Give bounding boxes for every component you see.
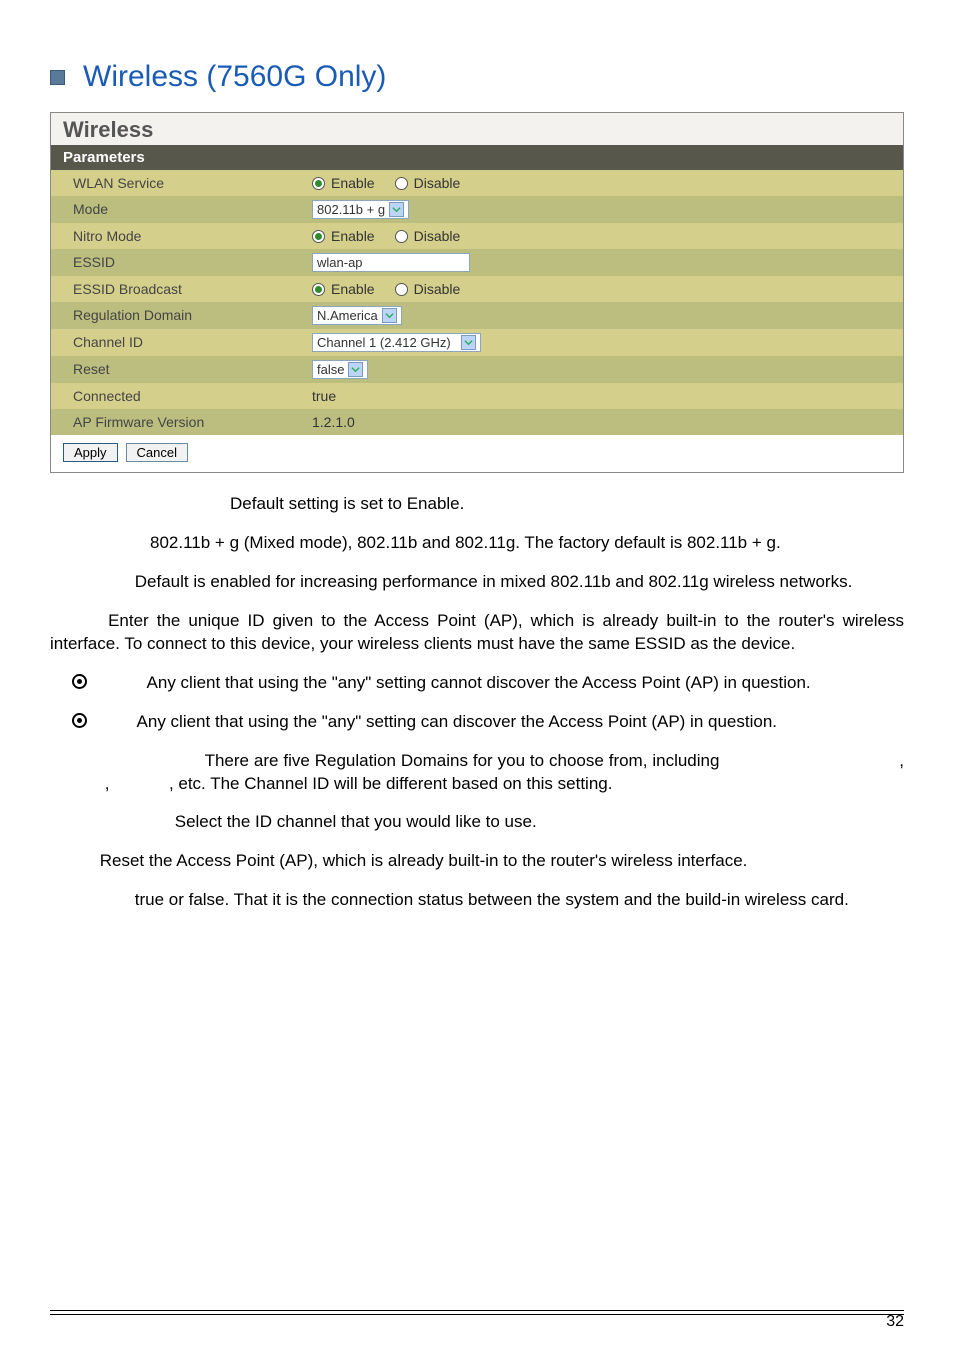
section-header: Wireless (7560G Only)	[50, 60, 904, 94]
essid-bcast-enable-radio[interactable]	[312, 283, 325, 296]
desc-channel: Select the ID channel that you would lik…	[175, 812, 537, 831]
row-essid: ESSID wlan-ap	[51, 249, 903, 276]
nitro-enable-text: Enable	[331, 228, 375, 244]
regdom-value: N.America	[317, 308, 378, 323]
chevron-down-icon	[348, 362, 363, 377]
desc-mode: 802.11b + g (Mixed mode), 802.11b and 80…	[50, 532, 904, 555]
nitro-label: Nitro Mode	[51, 223, 306, 249]
essid-bcast-enable-text: Enable	[331, 281, 375, 297]
desc-wlan: Default setting is set to Enable.	[50, 493, 904, 516]
channel-label: Channel ID	[51, 329, 306, 356]
apply-button[interactable]: Apply	[63, 443, 118, 462]
radio-glyph-icon	[72, 674, 87, 689]
reset-label: Reset	[51, 356, 306, 383]
chevron-down-icon	[461, 335, 476, 350]
panel-title: Wireless	[51, 113, 903, 145]
nitro-enable-radio[interactable]	[312, 230, 325, 243]
desc-essid: Enter the unique ID given to the Access …	[50, 611, 904, 653]
row-connected: Connected true	[51, 383, 903, 409]
row-essid-broadcast: ESSID Broadcast Enable Disable	[51, 276, 903, 302]
row-nitro-mode: Nitro Mode Enable Disable	[51, 223, 903, 249]
wlan-disable-radio[interactable]	[395, 177, 408, 190]
desc-nitro: Default is enabled for increasing perfor…	[135, 572, 853, 591]
regdom-label: Regulation Domain	[51, 302, 306, 329]
button-row: Apply Cancel	[51, 435, 903, 472]
section-bullet-icon	[50, 70, 65, 85]
row-ap-firmware: AP Firmware Version 1.2.1.0	[51, 409, 903, 435]
regdom-select[interactable]: N.America	[312, 306, 402, 325]
row-reset: Reset false	[51, 356, 903, 383]
desc-regdomain: There are five Regulation Domains for yo…	[50, 750, 904, 796]
footer-line	[50, 1314, 904, 1315]
connected-value: true	[312, 388, 336, 404]
section-title: Wireless (7560G Only)	[83, 60, 386, 94]
wlan-disable-text: Disable	[414, 175, 461, 191]
row-regulation-domain: Regulation Domain N.America	[51, 302, 903, 329]
description-text: Default setting is set to Enable. 802.11…	[50, 493, 904, 912]
nitro-disable-radio[interactable]	[395, 230, 408, 243]
mode-label: Mode	[51, 196, 306, 223]
page-number: 32	[886, 1313, 904, 1330]
row-wlan-service: WLAN Service Enable Disable	[51, 170, 903, 196]
essid-bcast-disable-radio[interactable]	[395, 283, 408, 296]
essid-bcast-disable-text: Disable	[414, 281, 461, 297]
reset-select[interactable]: false	[312, 360, 368, 379]
wlan-enable-radio[interactable]	[312, 177, 325, 190]
chevron-down-icon	[382, 308, 397, 323]
wlan-enable-text: Enable	[331, 175, 375, 191]
apfw-value: 1.2.1.0	[312, 414, 355, 430]
mode-select[interactable]: 802.11b + g	[312, 200, 409, 219]
connected-label: Connected	[51, 383, 306, 409]
cancel-button[interactable]: Cancel	[126, 443, 188, 462]
radio-glyph-icon	[72, 713, 87, 728]
row-mode: Mode 802.11b + g	[51, 196, 903, 223]
wireless-settings-panel: Wireless Parameters WLAN Service Enable …	[50, 112, 904, 473]
chevron-down-icon	[389, 202, 404, 217]
essid-label: ESSID	[51, 249, 306, 276]
parameters-header: Parameters	[51, 145, 903, 170]
desc-enable-broadcast: Any client that using the "any" setting …	[72, 711, 904, 734]
page-footer: 32	[50, 1310, 904, 1331]
channel-value: Channel 1 (2.412 GHz)	[317, 335, 451, 350]
essid-bcast-label: ESSID Broadcast	[51, 276, 306, 302]
row-channel-id: Channel ID Channel 1 (2.412 GHz)	[51, 329, 903, 356]
desc-disable-broadcast: Any client that using the "any" setting …	[72, 672, 904, 695]
channel-select[interactable]: Channel 1 (2.412 GHz)	[312, 333, 481, 352]
essid-input[interactable]: wlan-ap	[312, 253, 470, 272]
apfw-label: AP Firmware Version	[51, 409, 306, 435]
wlan-service-label: WLAN Service	[51, 170, 306, 196]
desc-connected: true or false. That it is the connection…	[135, 890, 849, 909]
desc-reset: Reset the Access Point (AP), which is al…	[100, 851, 748, 870]
nitro-disable-text: Disable	[414, 228, 461, 244]
mode-value: 802.11b + g	[317, 202, 385, 217]
reset-value: false	[317, 362, 344, 377]
